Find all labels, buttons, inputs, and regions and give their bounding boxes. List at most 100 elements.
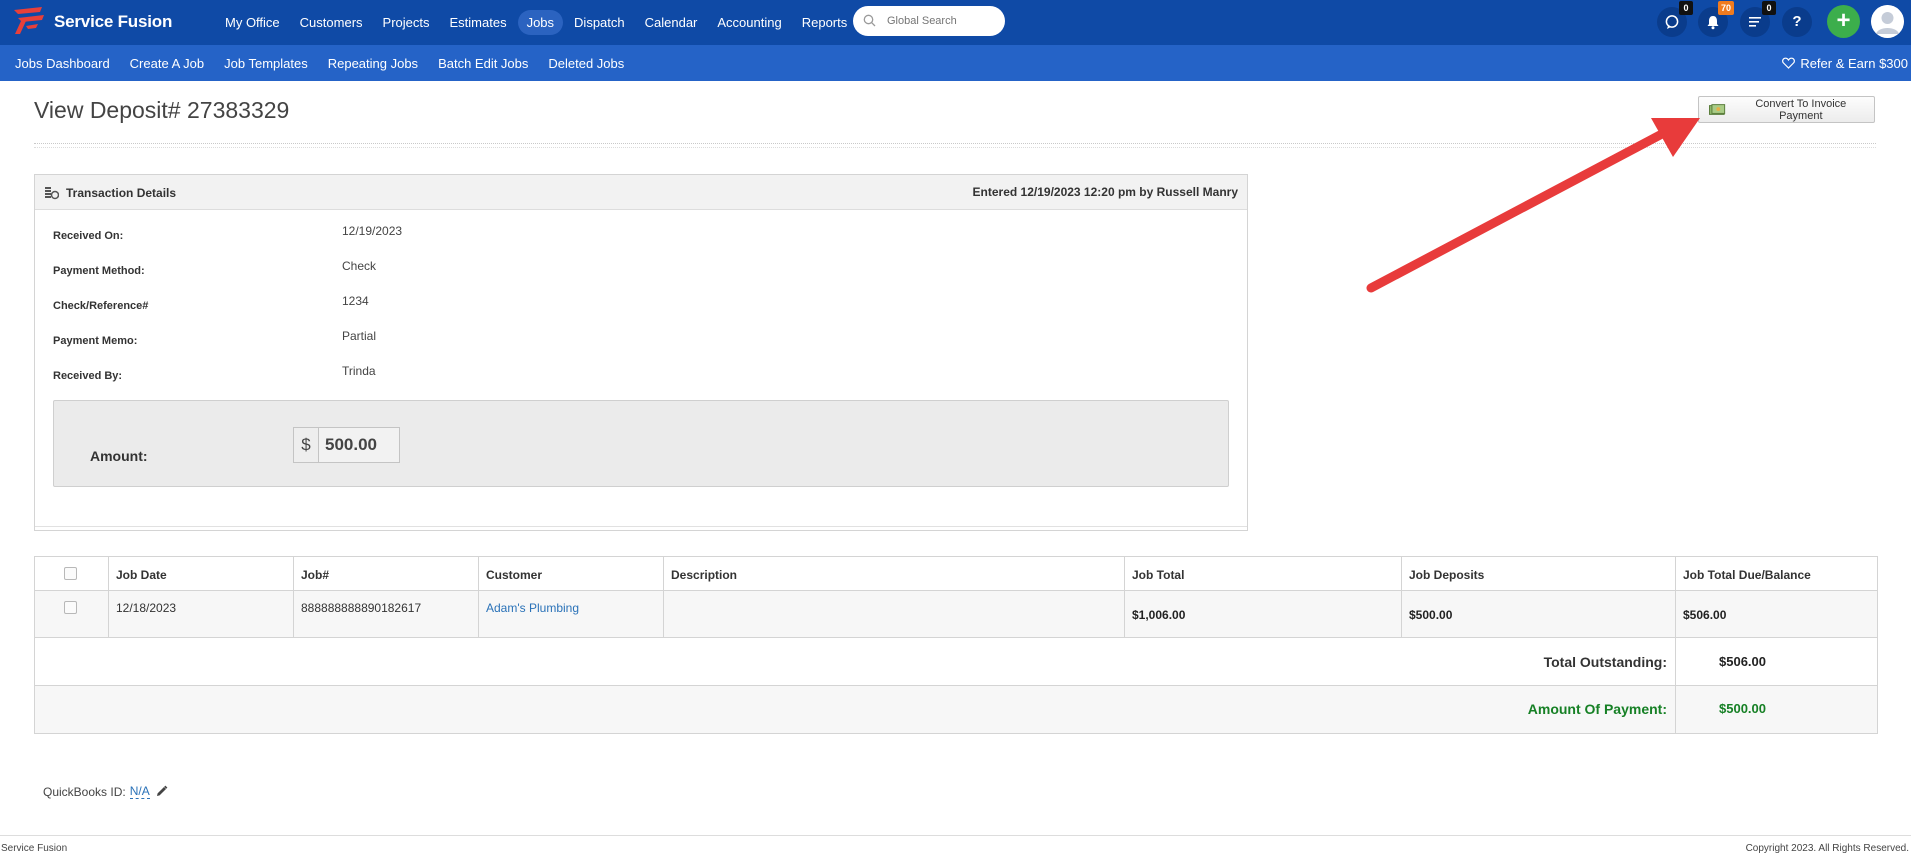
row-select-cell	[35, 591, 108, 637]
amount-of-payment-row: Amount Of Payment: $500.00	[35, 686, 1877, 733]
amount-of-payment-label: Amount Of Payment:	[1527, 701, 1667, 717]
select-all-cell	[35, 557, 108, 590]
jobs-subnav: Jobs Dashboard Create A Job Job Template…	[5, 45, 634, 81]
footer-copyright: Copyright 2023. All Rights Reserved.	[1745, 843, 1909, 854]
global-search-input[interactable]	[885, 12, 997, 30]
subnav-create-a-job[interactable]: Create A Job	[120, 56, 214, 71]
received-by-value: Trinda	[342, 364, 376, 378]
nav-my-office[interactable]: My Office	[216, 10, 289, 35]
subnav-repeating-jobs[interactable]: Repeating Jobs	[318, 56, 428, 71]
sub-navbar: Jobs Dashboard Create A Job Job Template…	[0, 45, 1911, 81]
panel-footer-line	[35, 526, 1247, 530]
payment-memo-label: Payment Memo:	[53, 335, 138, 347]
cell-job-deposits: $500.00	[1401, 591, 1678, 637]
payment-memo-row: Payment Memo: Partial	[53, 329, 653, 355]
cell-customer: Adam's Plumbing	[478, 591, 663, 637]
customer-link[interactable]: Adam's Plumbing	[486, 601, 579, 615]
quickbooks-label: QuickBooks ID:	[43, 784, 126, 799]
quick-add-button[interactable]: +	[1827, 5, 1860, 38]
chat-count-badge: 0	[1679, 1, 1693, 15]
nav-calendar[interactable]: Calendar	[636, 10, 707, 35]
convert-button-label: Convert To Invoice Payment	[1755, 97, 1847, 122]
service-fusion-logo-icon	[14, 7, 44, 34]
global-search[interactable]	[853, 6, 1005, 36]
help-button[interactable]: ?	[1782, 7, 1812, 37]
annotation-arrow	[1366, 118, 1700, 293]
cell-description	[663, 591, 1124, 637]
cell-job-total: $1,006.00	[1124, 591, 1401, 637]
amount-label: Amount:	[90, 448, 148, 464]
row-checkbox[interactable]	[64, 601, 77, 614]
check-reference-value: 1234	[342, 294, 369, 308]
payment-memo-value: Partial	[342, 329, 377, 343]
nav-projects[interactable]: Projects	[374, 10, 439, 35]
cell-job-date: 12/18/2023	[108, 591, 293, 637]
top-navbar: Service Fusion My Office Customers Proje…	[0, 0, 1911, 45]
select-all-checkbox[interactable]	[64, 567, 77, 580]
payment-separator	[1675, 686, 1676, 733]
payment-method-label: Payment Method:	[53, 265, 145, 277]
nav-dispatch[interactable]: Dispatch	[565, 10, 634, 35]
cell-balance: $506.00	[1675, 591, 1877, 637]
search-icon	[863, 14, 876, 27]
app-name: Service Fusion	[54, 12, 173, 31]
header-customer[interactable]: Customer	[478, 557, 663, 590]
received-on-row: Received On: 12/19/2023	[53, 224, 653, 250]
page-title: View Deposit# 27383329	[34, 97, 290, 123]
refer-and-earn-link[interactable]: Refer & Earn $300	[1782, 45, 1908, 81]
received-by-row: Received By: Trinda	[53, 364, 653, 390]
amount-field: $ 500.00	[293, 427, 400, 463]
nav-jobs[interactable]: Jobs	[517, 10, 564, 35]
subnav-jobs-dashboard[interactable]: Jobs Dashboard	[5, 56, 120, 71]
header-job-number[interactable]: Job#	[293, 557, 478, 590]
pencil-icon[interactable]	[155, 785, 168, 798]
received-by-label: Received By:	[53, 370, 123, 382]
notifications-button[interactable]: 70	[1698, 1, 1734, 37]
coins-icon	[45, 187, 59, 200]
convert-to-invoice-payment-button[interactable]: Convert To Invoice Payment	[1698, 96, 1875, 123]
bell-icon	[1707, 16, 1719, 30]
user-avatar[interactable]	[1871, 5, 1904, 38]
header-job-deposits[interactable]: Job Deposits	[1401, 557, 1678, 590]
user-icon	[1871, 5, 1904, 38]
total-outstanding-row: Total Outstanding: $506.00	[35, 638, 1877, 686]
entered-info: Entered 12/19/2023 12:20 pm by Russell M…	[972, 185, 1238, 199]
chat-button[interactable]: 0	[1657, 1, 1693, 37]
tasks-button[interactable]: 0	[1740, 1, 1776, 37]
cell-job-number: 888888888890182617	[293, 591, 478, 637]
quickbooks-id: QuickBooks ID: N/A	[43, 784, 168, 799]
notification-count-badge: 70	[1717, 1, 1734, 15]
refer-label: Refer & Earn $300	[1800, 55, 1908, 71]
nav-customers[interactable]: Customers	[291, 10, 372, 35]
list-icon	[1749, 17, 1761, 27]
received-on-value: 12/19/2023	[342, 224, 403, 238]
transaction-details-panel: Transaction Details Entered 12/19/2023 1…	[34, 174, 1248, 531]
nav-accounting[interactable]: Accounting	[708, 10, 790, 35]
amount-box: Amount: $ 500.00	[53, 400, 1229, 487]
check-reference-row: Check/Reference# 1234	[53, 294, 653, 320]
main-nav: My Office Customers Projects Estimates J…	[216, 0, 858, 45]
subnav-job-templates[interactable]: Job Templates	[214, 56, 318, 71]
heart-icon	[1782, 57, 1796, 69]
payment-method-value: Check	[342, 259, 377, 273]
subnav-deleted-jobs[interactable]: Deleted Jobs	[538, 56, 634, 71]
logo[interactable]: Service Fusion	[12, 6, 172, 38]
table-row: 12/18/2023 888888888890182617 Adam's Plu…	[35, 591, 1877, 638]
header-balance[interactable]: Job Total Due/Balance	[1675, 557, 1877, 590]
header-job-total[interactable]: Job Total	[1124, 557, 1401, 590]
payment-method-row: Payment Method: Check	[53, 259, 653, 285]
total-outstanding-label: Total Outstanding:	[1543, 654, 1667, 670]
subnav-batch-edit-jobs[interactable]: Batch Edit Jobs	[428, 56, 538, 71]
nav-reports[interactable]: Reports	[793, 10, 857, 35]
quickbooks-id-value[interactable]: N/A	[129, 784, 150, 799]
header-job-date[interactable]: Job Date	[108, 557, 293, 590]
header-description[interactable]: Description	[663, 557, 1124, 590]
currency-symbol: $	[294, 428, 319, 462]
transaction-details-header: Transaction Details Entered 12/19/2023 1…	[35, 175, 1247, 210]
footer-brand: Service Fusion	[1, 843, 68, 854]
table-header-row: Job Date Job# Customer Description Job T…	[35, 557, 1877, 591]
nav-estimates[interactable]: Estimates	[441, 10, 516, 35]
chat-icon	[1665, 15, 1679, 29]
check-reference-label: Check/Reference#	[53, 300, 149, 312]
transaction-details-title: Transaction Details	[66, 186, 177, 200]
